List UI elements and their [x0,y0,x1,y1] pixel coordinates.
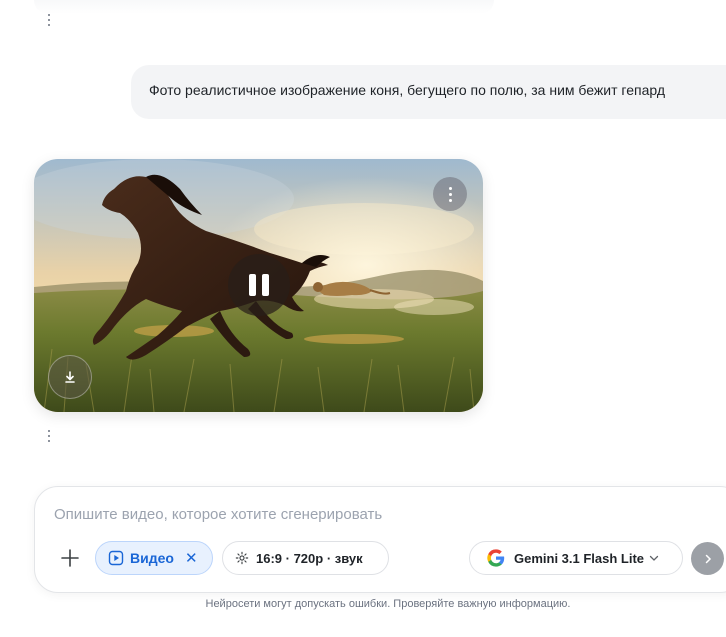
pause-icon-bar [262,274,269,296]
video-settings-chip[interactable]: 16:9 · 720p · звук [222,541,389,575]
previous-message-edge [34,0,494,14]
model-chip-label: Gemini 3.1 Flash Lite [514,550,645,566]
gear-icon [235,551,249,565]
plus-icon [61,549,79,567]
download-icon [65,371,75,383]
more-vertical-icon [448,186,452,202]
user-message-text: Фото реалистичное изображение коня, бегу… [149,82,665,98]
mode-chip-label: Видео [130,550,174,566]
message-options-icon[interactable] [43,428,55,444]
close-icon[interactable]: ✕ [185,549,198,567]
model-selector[interactable]: Gemini 3.1 Flash Lite [469,541,683,575]
prompt-composer [34,486,726,593]
settings-chip-label: 16:9 · 720p · звук [256,550,363,566]
pause-icon-bar [249,274,256,296]
chevron-down-icon [649,555,659,561]
download-button[interactable] [48,355,92,399]
play-square-icon [108,550,124,566]
chevron-right-icon [705,554,711,563]
mode-chip-video[interactable]: Видео ✕ [95,541,213,575]
send-button[interactable] [691,542,724,575]
disclaimer-text: Нейросети могут допускать ошибки. Провер… [205,598,571,610]
video-options-button[interactable] [433,177,467,211]
user-message: Фото реалистичное изображение коня, бегу… [131,65,726,119]
google-g-icon [487,549,505,567]
message-options-icon[interactable] [43,12,55,28]
add-attachment-button[interactable] [54,542,86,574]
prompt-input[interactable] [54,506,694,523]
pause-button[interactable] [228,254,290,316]
